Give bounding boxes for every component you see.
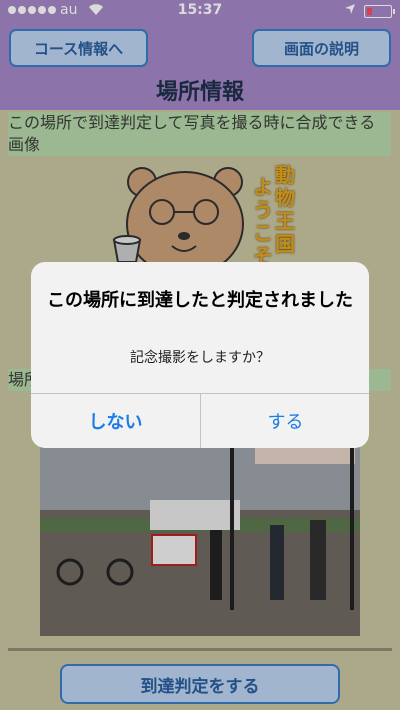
alert-title: この場所に到達したと判定されました <box>47 290 353 311</box>
arrival-alert-dialog: この場所に到達したと判定されました 記念撮影をしますか？ しない する <box>31 262 369 448</box>
cancel-button[interactable]: しない <box>31 393 200 448</box>
alert-message: 記念撮影をしますか？ <box>130 350 270 366</box>
confirm-photo-button[interactable]: する <box>201 393 369 448</box>
